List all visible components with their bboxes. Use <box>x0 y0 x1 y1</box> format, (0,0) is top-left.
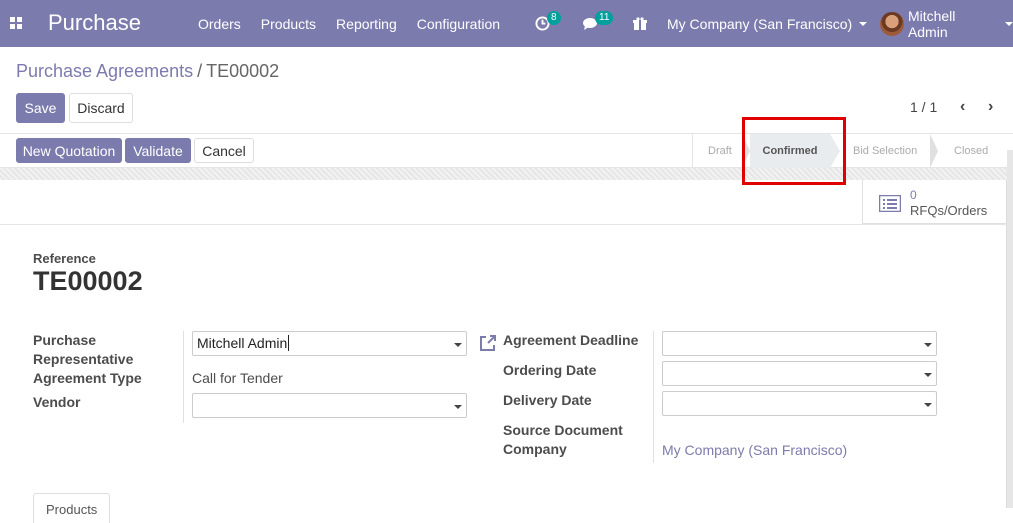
purchase-rep-value: Mitchell Admin <box>197 335 288 351</box>
chevron-down-icon <box>859 21 868 26</box>
activity-menu[interactable]: 8 <box>535 0 564 47</box>
menu-reporting[interactable]: Reporting <box>336 16 397 32</box>
vendor-label: Vendor <box>33 394 81 410</box>
stage-draft[interactable]: Draft <box>708 134 732 168</box>
vendor-field[interactable] <box>192 393 467 418</box>
save-button[interactable]: Save <box>16 93 65 123</box>
tab-products[interactable]: Products <box>33 493 110 523</box>
chevron-down-icon <box>1005 21 1013 26</box>
pager-value[interactable]: 1 / 1 <box>910 99 937 115</box>
chevron-right-icon[interactable]: › <box>988 98 993 116</box>
menu-configuration[interactable]: Configuration <box>417 16 500 32</box>
user-name: Mitchell Admin <box>907 7 956 40</box>
purchase-rep-label-line2: Representative <box>33 351 134 367</box>
new-quotation-button[interactable]: New Quotation <box>16 138 122 163</box>
form-sheet: 0 RFQs/Orders Reference TE00002 Purchase… <box>0 180 1007 523</box>
breadcrumb-separator: / <box>197 61 203 81</box>
stage-bid-selection[interactable]: Bid Selection <box>853 134 917 168</box>
top-navbar: Purchase Orders Products Reporting Confi… <box>0 0 1013 47</box>
main-menu: Orders Products Reporting Configuration <box>198 16 520 32</box>
highlight-annotation <box>742 117 846 185</box>
gift-icon[interactable] <box>633 0 647 47</box>
divider <box>0 224 1007 225</box>
chevron-down-icon[interactable] <box>454 343 462 347</box>
chevron-down-icon[interactable] <box>924 343 932 347</box>
breadcrumb-parent[interactable]: Purchase Agreements <box>16 61 193 81</box>
delivery-date-field[interactable] <box>662 391 937 416</box>
breadcrumb: Purchase Agreements / TE00002 <box>16 61 279 82</box>
ordering-date-field[interactable] <box>662 361 937 386</box>
divider <box>183 331 184 423</box>
rfqs-smart-button[interactable]: 0 RFQs/Orders <box>862 180 1007 224</box>
apps-menu-icon[interactable] <box>10 17 22 29</box>
external-link-icon[interactable] <box>479 334 497 352</box>
rfqs-label: RFQs/Orders <box>910 203 988 218</box>
sheet-background <box>0 168 1013 180</box>
messaging-menu[interactable]: 11 <box>582 0 616 47</box>
user-menu[interactable]: Mitchell Admin <box>880 0 1013 47</box>
rfqs-count: 0 <box>910 188 917 202</box>
delivery-date-label: Delivery Date <box>503 392 592 408</box>
company-value[interactable]: My Company (San Francisco) <box>662 442 847 458</box>
divider <box>692 134 693 168</box>
form-statusbar: New Quotation Validate Cancel Draft Conf… <box>0 133 1013 168</box>
cancel-button[interactable]: Cancel <box>194 138 254 163</box>
agreement-type-value[interactable]: Call for Tender <box>192 370 283 386</box>
app-title[interactable]: Purchase <box>48 10 141 36</box>
stage-separator <box>930 134 938 168</box>
source-document-label: Source Document <box>503 422 623 438</box>
company-label: Company <box>503 441 567 457</box>
company-switcher[interactable]: My Company (San Francisco) <box>667 0 868 47</box>
chevron-left-icon[interactable]: ‹ <box>960 98 965 116</box>
company-name: My Company (San Francisco) <box>667 15 853 32</box>
agreement-type-label: Agreement Type <box>33 370 142 386</box>
chevron-down-icon[interactable] <box>924 403 932 407</box>
menu-orders[interactable]: Orders <box>198 16 241 32</box>
list-icon <box>879 195 901 212</box>
activity-count-badge: 8 <box>547 10 561 25</box>
ordering-date-label: Ordering Date <box>503 362 597 378</box>
discard-button[interactable]: Discard <box>69 93 133 123</box>
stage-closed[interactable]: Closed <box>954 134 988 168</box>
chevron-down-icon[interactable] <box>454 405 462 409</box>
validate-button[interactable]: Validate <box>125 138 191 163</box>
scrollbar[interactable] <box>1007 150 1013 508</box>
chevron-down-icon[interactable] <box>924 373 932 377</box>
breadcrumb-current: TE00002 <box>206 61 280 81</box>
divider <box>653 331 654 463</box>
messages-count-badge: 11 <box>595 10 614 25</box>
avatar <box>880 11 904 36</box>
purchase-rep-label: Purchase Representative <box>33 331 133 369</box>
menu-products[interactable]: Products <box>261 16 316 32</box>
purchase-rep-label-line1: Purchase <box>33 332 97 348</box>
agreement-deadline-field[interactable] <box>662 331 937 356</box>
agreement-deadline-label: Agreement Deadline <box>503 332 639 348</box>
purchase-rep-field[interactable]: Mitchell Admin <box>192 331 467 356</box>
page-title: TE00002 <box>33 266 143 296</box>
